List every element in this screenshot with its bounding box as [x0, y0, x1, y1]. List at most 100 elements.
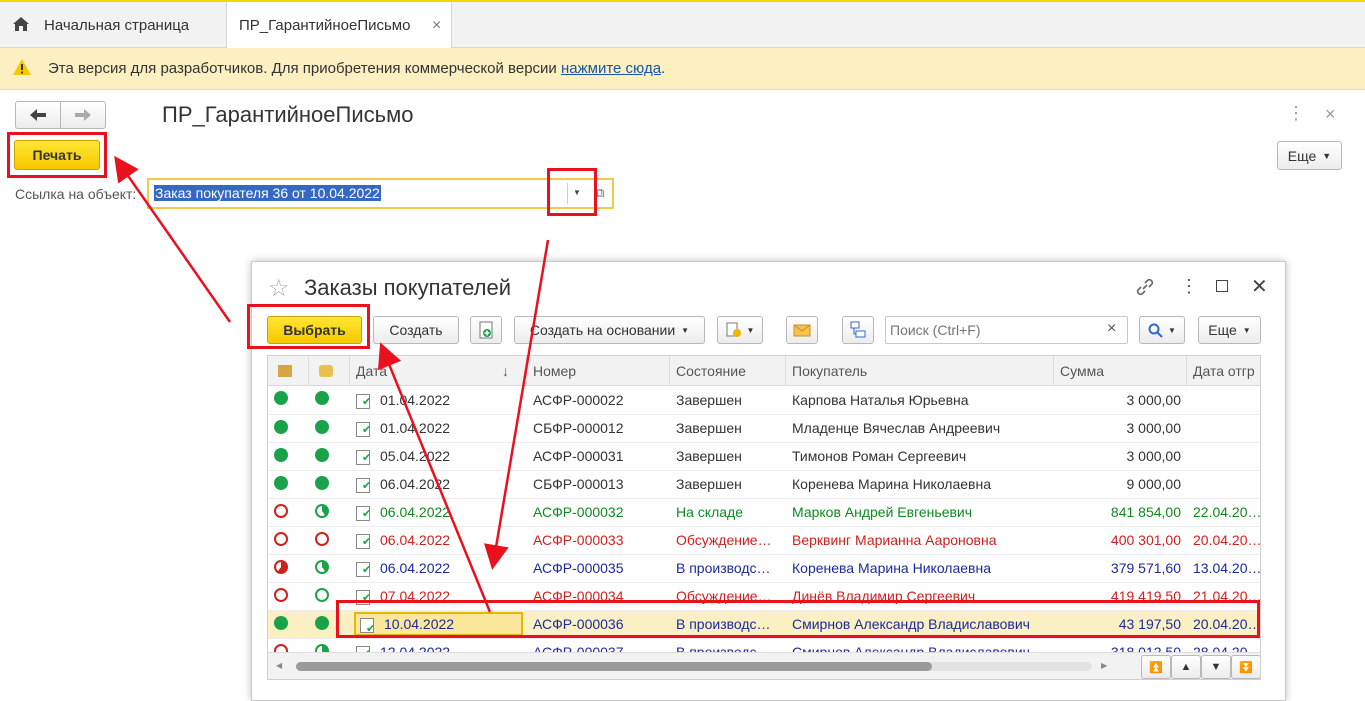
- header-status-icon[interactable]: [268, 356, 309, 386]
- row-number[interactable]: АСФР-000035: [527, 554, 670, 583]
- scroll-left-icon[interactable]: ◀: [276, 661, 282, 670]
- search-input[interactable]: [890, 321, 1100, 339]
- form-more-button[interactable]: Еще ▼: [1277, 141, 1342, 170]
- next-page-button[interactable]: ▼: [1201, 655, 1231, 679]
- row-sum[interactable]: 379 571,60: [1054, 554, 1187, 583]
- tab-home[interactable]: Начальная страница: [0, 2, 225, 48]
- forward-button[interactable]: [60, 101, 106, 129]
- search-field[interactable]: ×: [885, 316, 1128, 344]
- row-status-text[interactable]: Обсуждение…: [670, 526, 786, 555]
- row-status-text[interactable]: В производс…: [670, 554, 786, 583]
- row-customer[interactable]: Коренева Марина Николаевна: [786, 554, 1054, 583]
- row-ship-date[interactable]: [1187, 414, 1260, 443]
- first-page-button[interactable]: ⏫: [1141, 655, 1171, 679]
- row-date[interactable]: 05.04.2022: [350, 442, 527, 471]
- row-status-text[interactable]: На складе: [670, 498, 786, 527]
- row-number[interactable]: АСФР-000022: [527, 386, 670, 415]
- header-number[interactable]: Номер: [527, 356, 670, 386]
- row-date[interactable]: 06.04.2022: [350, 554, 527, 583]
- header-ship-date[interactable]: Дата отгр: [1187, 356, 1260, 386]
- search-button[interactable]: ▼: [1139, 316, 1185, 344]
- row-sum[interactable]: 3 000,00: [1054, 414, 1187, 443]
- header-date[interactable]: Дата ↓: [350, 356, 527, 386]
- structure-button[interactable]: [842, 316, 874, 344]
- object-ref-field[interactable]: Заказ покупателя 36 от 10.04.2022 ▼ ⧉: [147, 178, 614, 209]
- form-close-icon[interactable]: ×: [1325, 104, 1336, 125]
- scroll-right-icon[interactable]: ▶: [1101, 661, 1107, 670]
- table-row[interactable]: 01.04.2022 СБФР-000012ЗавершенМладенце Вя…: [268, 414, 1260, 443]
- row-date[interactable]: 06.04.2022: [350, 498, 527, 527]
- payment-circle-icon: [315, 419, 329, 434]
- copy-button[interactable]: [470, 316, 502, 344]
- row-sum[interactable]: 841 854,00: [1054, 498, 1187, 527]
- row-customer[interactable]: Тимонов Роман Сергеевич: [786, 442, 1054, 471]
- report-button[interactable]: ▼: [717, 316, 763, 344]
- row-customer[interactable]: Карпова Наталья Юрьевна: [786, 386, 1054, 415]
- row-ship-date[interactable]: 22.04.2022: [1187, 498, 1260, 527]
- maximize-icon[interactable]: [1216, 280, 1228, 292]
- create-button[interactable]: Создать: [373, 316, 459, 344]
- row-date[interactable]: 06.04.2022: [350, 470, 527, 499]
- back-button[interactable]: [15, 101, 61, 129]
- row-sum[interactable]: 3 000,00: [1054, 442, 1187, 471]
- prev-page-button[interactable]: ▲: [1171, 655, 1201, 679]
- row-status-text[interactable]: Завершен: [670, 386, 786, 415]
- row-ship-date[interactable]: [1187, 386, 1260, 415]
- row-date[interactable]: 01.04.2022: [350, 386, 527, 415]
- row-status-text[interactable]: Завершен: [670, 442, 786, 471]
- document-posted-icon: [356, 393, 372, 409]
- row-number[interactable]: СБФР-000012: [527, 414, 670, 443]
- horizontal-scrollbar[interactable]: [296, 662, 1092, 671]
- row-customer[interactable]: Коренева Марина Николаевна: [786, 470, 1054, 499]
- row-status: [268, 610, 309, 639]
- header-sum[interactable]: Сумма: [1054, 356, 1187, 386]
- banner-link[interactable]: нажмите сюда: [561, 60, 661, 77]
- row-date[interactable]: 01.04.2022: [350, 414, 527, 443]
- row-ship-date[interactable]: 13.04.2022: [1187, 554, 1260, 583]
- link-icon[interactable]: [1135, 277, 1155, 300]
- highlight-select: [247, 304, 370, 349]
- clear-search-icon[interactable]: ×: [1107, 320, 1116, 338]
- row-ship-date[interactable]: [1187, 470, 1260, 499]
- mail-button[interactable]: [786, 316, 818, 344]
- row-sum[interactable]: 400 301,00: [1054, 526, 1187, 555]
- form-menu-icon[interactable]: ⋮: [1287, 103, 1305, 124]
- tab-active[interactable]: ПР_ГарантийноеПисьмо ×: [226, 2, 452, 49]
- table-row[interactable]: 01.04.2022 АСФР-000022ЗавершенКарпова Нат…: [268, 386, 1260, 415]
- row-customer[interactable]: Верквинг Марианна Аароновна: [786, 526, 1054, 555]
- payment-circle-icon: [315, 447, 329, 462]
- row-number[interactable]: АСФР-000032: [527, 498, 670, 527]
- scrollbar-thumb[interactable]: [296, 662, 932, 671]
- close-tab-icon[interactable]: ×: [432, 17, 441, 35]
- dialog-close-icon[interactable]: ✕: [1251, 274, 1268, 299]
- row-customer[interactable]: Младенце Вячеслав Андреевич: [786, 414, 1054, 443]
- last-page-button[interactable]: ⏬: [1231, 655, 1260, 679]
- header-payment-icon[interactable]: [309, 356, 350, 386]
- highlight-dropdown: [547, 168, 597, 216]
- table-row[interactable]: 06.04.2022 СБФР-000013ЗавершенКоренева Ма…: [268, 470, 1260, 499]
- table-row[interactable]: 06.04.2022 АСФР-000032На складеМарков Анд…: [268, 498, 1260, 527]
- row-ship-date[interactable]: [1187, 442, 1260, 471]
- table-row[interactable]: 05.04.2022 АСФР-000031ЗавершенТимонов Ром…: [268, 442, 1260, 471]
- row-date-value: 06.04.2022: [380, 503, 451, 520]
- row-status-text[interactable]: Завершен: [670, 414, 786, 443]
- row-sum[interactable]: 3 000,00: [1054, 386, 1187, 415]
- status-circle-icon: [274, 531, 288, 546]
- star-icon[interactable]: ☆: [268, 274, 290, 303]
- row-customer[interactable]: Марков Андрей Евгеньевич: [786, 498, 1054, 527]
- row-number[interactable]: АСФР-000031: [527, 442, 670, 471]
- row-status-text[interactable]: Завершен: [670, 470, 786, 499]
- table-row[interactable]: 06.04.2022 АСФР-000033Обсуждение…Верквинг…: [268, 526, 1260, 555]
- row-ship-date[interactable]: 20.04.2022: [1187, 526, 1260, 555]
- create-based-button[interactable]: Создать на основании ▼: [514, 316, 705, 344]
- header-status[interactable]: Состояние: [670, 356, 786, 386]
- row-number[interactable]: СБФР-000013: [527, 470, 670, 499]
- table-row[interactable]: 06.04.2022 АСФР-000035В производс…Коренев…: [268, 554, 1260, 583]
- dialog-menu-icon[interactable]: ⋮: [1180, 276, 1198, 297]
- header-customer[interactable]: Покупатель: [786, 356, 1054, 386]
- row-number[interactable]: АСФР-000033: [527, 526, 670, 555]
- dialog-more-button[interactable]: Еще ▼: [1198, 316, 1261, 344]
- row-sum[interactable]: 9 000,00: [1054, 470, 1187, 499]
- row-date[interactable]: 06.04.2022: [350, 526, 527, 555]
- row-payment: [309, 414, 350, 443]
